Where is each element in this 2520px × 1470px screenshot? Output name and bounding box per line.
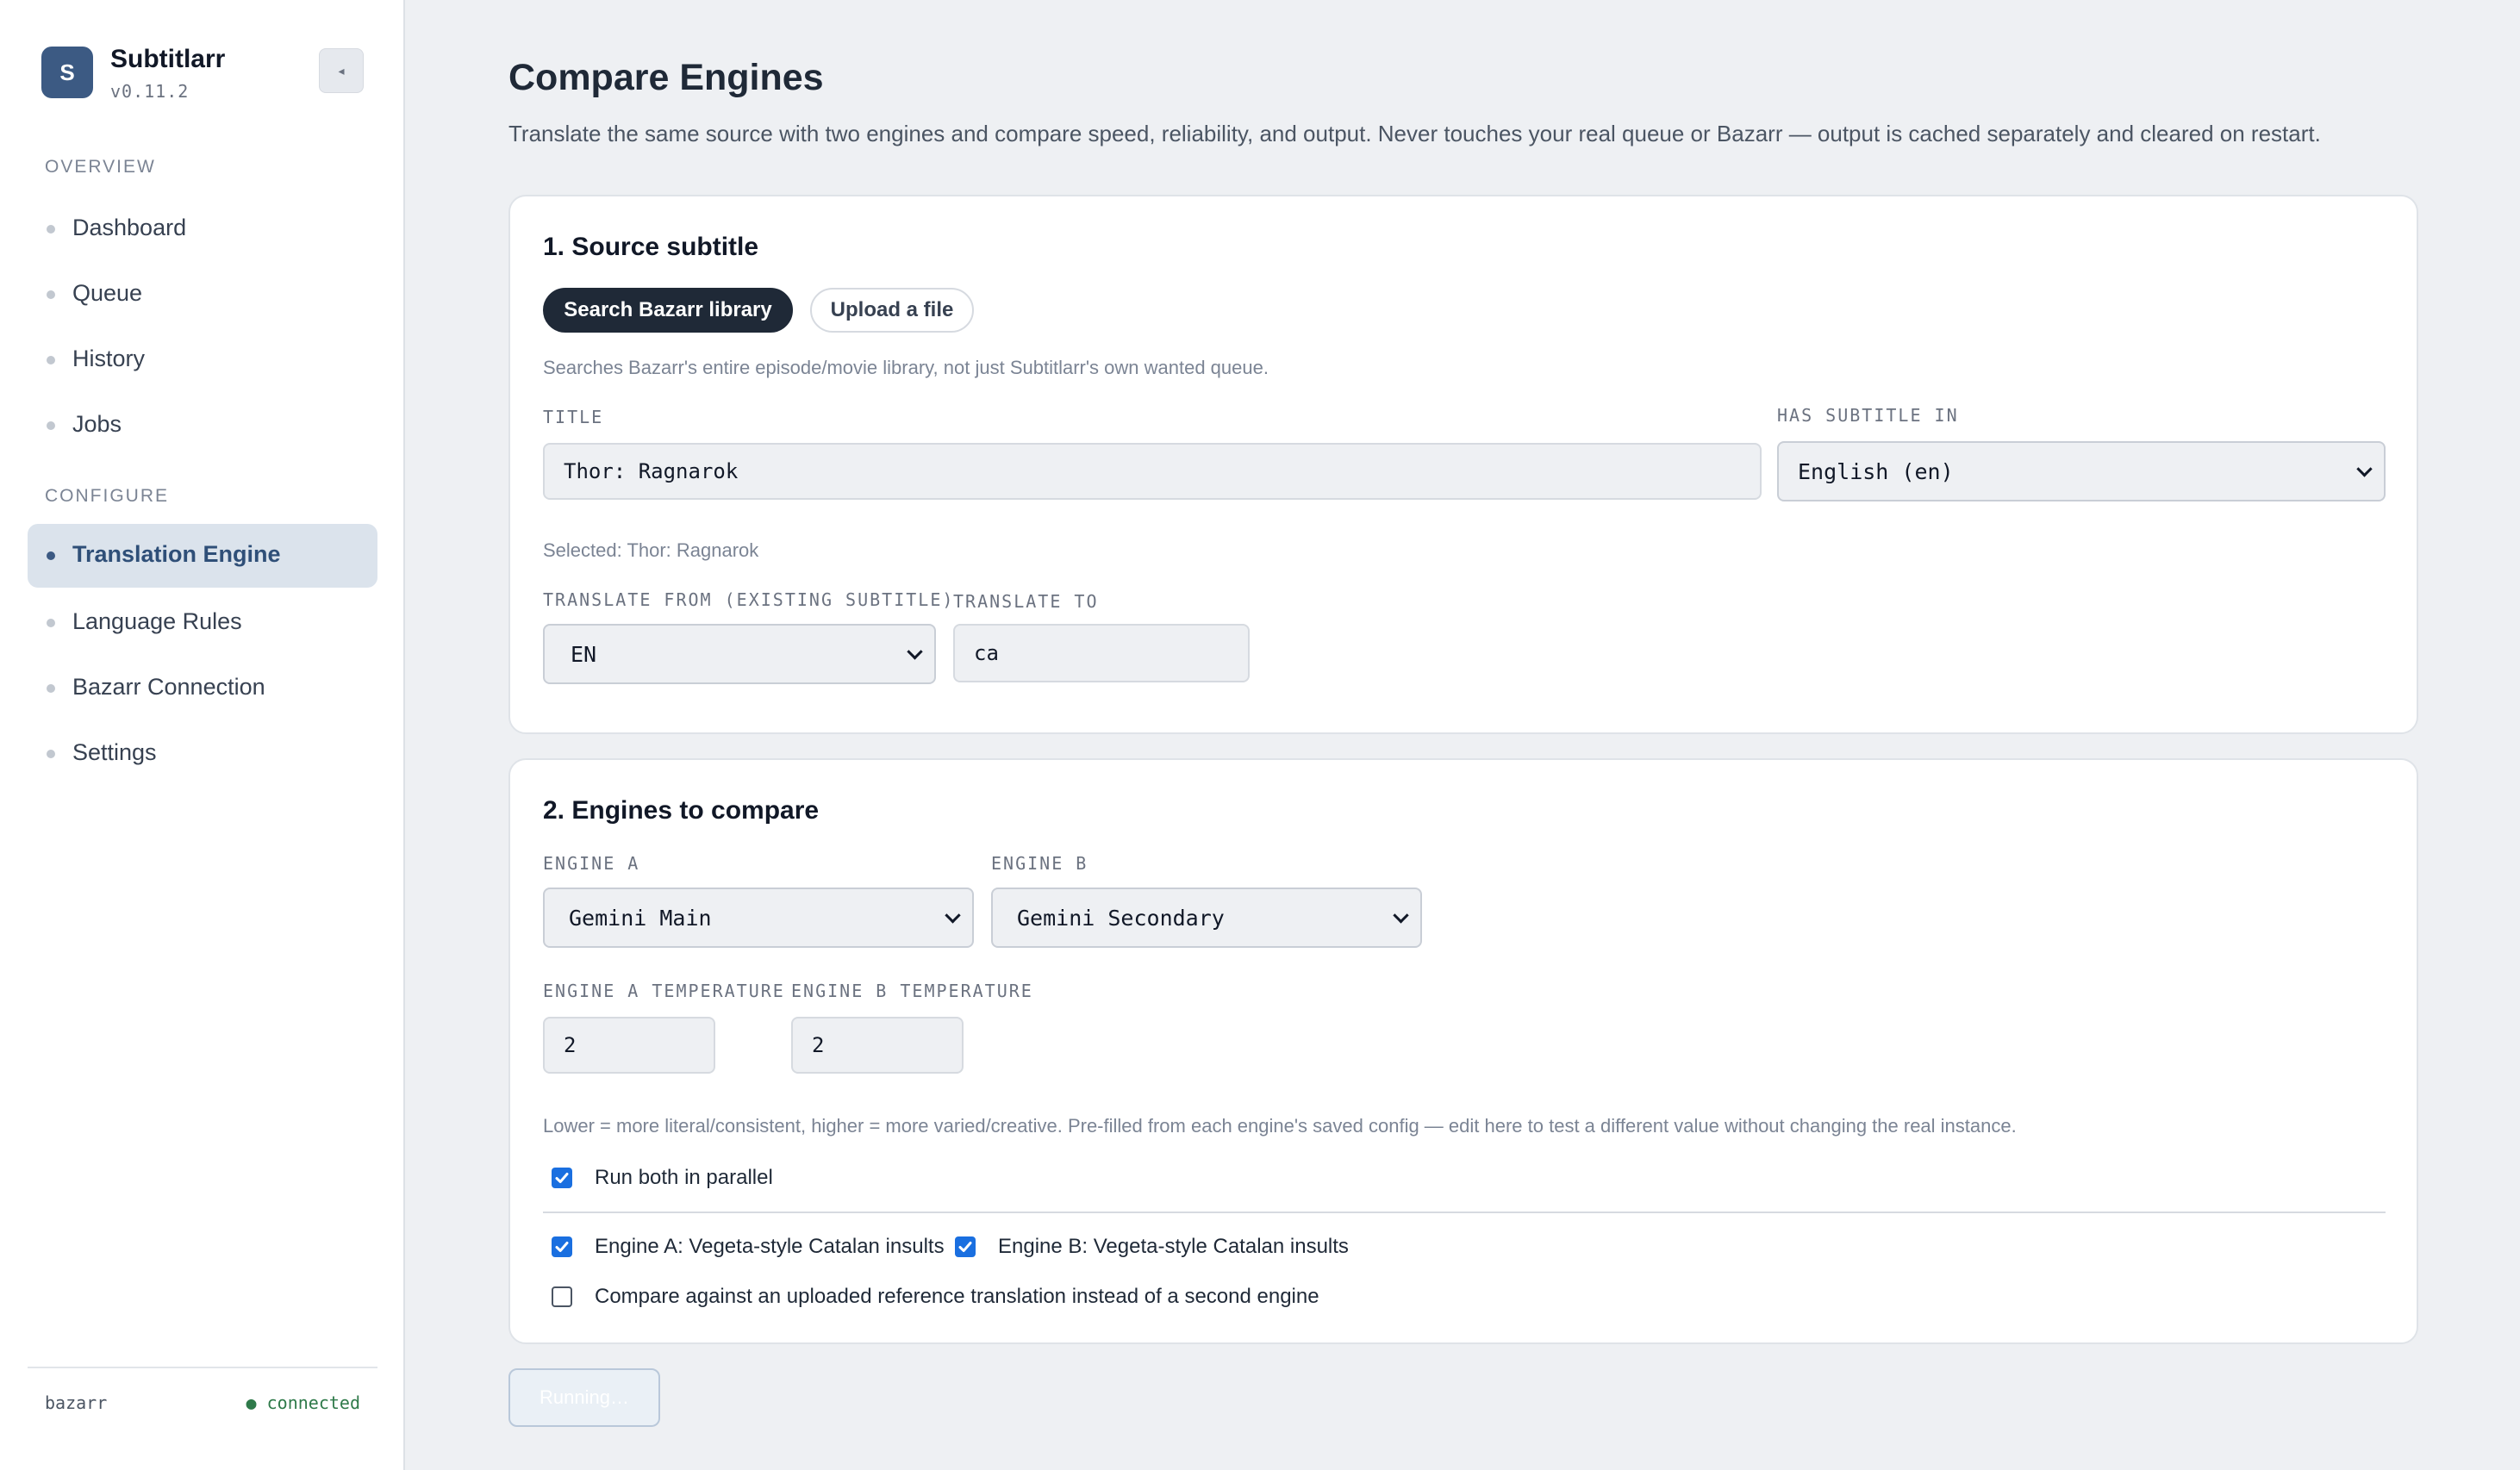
- sidebar-item-label: History: [72, 346, 146, 371]
- service-name: bazarr: [45, 1392, 108, 1413]
- bullet-icon: [47, 421, 55, 430]
- checkmark-icon: [555, 1173, 569, 1183]
- sidebar-item-bazarr-connection[interactable]: Bazarr Connection: [28, 657, 377, 720]
- run-comparison-button[interactable]: Running…: [508, 1368, 660, 1427]
- card-title: 2. Engines to compare: [543, 796, 820, 825]
- sidebar-item-label: Translation Engine: [72, 541, 281, 567]
- has-subtitle-value: English (en): [1798, 458, 1954, 484]
- has-subtitle-select[interactable]: English (en): [1777, 441, 2386, 501]
- translate-to-input[interactable]: ca: [953, 624, 1250, 682]
- title-search-input[interactable]: Thor: Ragnarok: [543, 443, 1762, 500]
- app-version: v0.11.2: [110, 81, 190, 102]
- chevron-down-icon: [2356, 461, 2373, 477]
- engine-b-temperature-label: ENGINE B TEMPERATURE: [791, 981, 1033, 1001]
- translate-from-select[interactable]: EN: [543, 624, 936, 684]
- bullet-icon: [47, 290, 55, 299]
- reference-label: Compare against an uploaded reference tr…: [595, 1285, 1319, 1308]
- connection-status: ● connected: [246, 1392, 360, 1413]
- engine-b-select[interactable]: Gemini Secondary: [991, 888, 1422, 948]
- sidebar-item-label: Language Rules: [72, 608, 242, 634]
- engine-b-label: ENGINE B: [991, 853, 1088, 874]
- prompt-a-checkbox[interactable]: [552, 1236, 572, 1257]
- sidebar-item-dashboard[interactable]: Dashboard: [28, 197, 377, 261]
- app-name: Subtitlarr: [110, 45, 226, 73]
- sidebar-item-history[interactable]: History: [28, 328, 377, 392]
- translate-to-label: TRANSLATE TO: [953, 591, 1099, 612]
- search-bazarr-tab[interactable]: Search Bazarr library: [543, 288, 793, 333]
- sidebar-item-queue[interactable]: Queue: [28, 263, 377, 327]
- chevron-down-icon: [1393, 907, 1409, 924]
- prompt-b-label: Engine B: Vegeta-style Catalan insults: [998, 1235, 1349, 1258]
- checkmark-icon: [958, 1242, 972, 1252]
- engine-b-value: Gemini Secondary: [1017, 905, 1225, 931]
- brand: S Subtitlarr v0.11.2: [41, 45, 364, 102]
- engine-a-label: ENGINE A: [543, 853, 640, 874]
- engine-a-temperature-value: 2: [564, 1033, 577, 1057]
- engine-a-temperature-label: ENGINE A TEMPERATURE: [543, 981, 785, 1001]
- sidebar: S Subtitlarr v0.11.2 ◂ OVERVIEW Dashboar…: [0, 0, 405, 1470]
- selected-title-text: Selected: Thor: Ragnarok: [543, 539, 759, 561]
- chevron-down-icon: [907, 644, 923, 660]
- sidebar-item-label: Bazarr Connection: [72, 674, 265, 700]
- chevron-left-icon: ◂: [338, 64, 345, 78]
- parallel-label: Run both in parallel: [595, 1166, 773, 1189]
- sidebar-item-label: Dashboard: [72, 215, 187, 240]
- sidebar-footer: bazarr ● connected: [28, 1367, 377, 1436]
- engines-card: 2. Engines to compare ENGINE A Gemini Ma…: [508, 758, 2418, 1344]
- parallel-checkbox[interactable]: [552, 1168, 572, 1188]
- prompt-a-label: Engine A: Vegeta-style Catalan insults: [595, 1235, 945, 1258]
- sidebar-item-label: Settings: [72, 739, 157, 765]
- engine-b-temperature-value: 2: [812, 1033, 825, 1057]
- title-label: TITLE: [543, 407, 604, 427]
- prompt-b-checkbox-row[interactable]: Engine B: Vegeta-style Catalan insults: [955, 1234, 1349, 1260]
- page-title: Compare Engines: [508, 57, 824, 98]
- reference-checkbox-row[interactable]: Compare against an uploaded reference tr…: [552, 1284, 1319, 1310]
- translate-from-value: EN: [571, 641, 597, 667]
- sidebar-item-language-rules[interactable]: Language Rules: [28, 591, 377, 655]
- engine-a-value: Gemini Main: [569, 905, 712, 931]
- section-label-overview: OVERVIEW: [45, 157, 156, 177]
- divider: [543, 1212, 2386, 1213]
- bullet-icon: [47, 684, 55, 693]
- sidebar-item-label: Queue: [72, 280, 143, 306]
- temperature-hint: Lower = more literal/consistent, higher …: [543, 1115, 2017, 1137]
- translate-to-value: ca: [974, 641, 999, 665]
- page-description: Translate the same source with two engin…: [508, 121, 2321, 146]
- engine-a-temperature-input[interactable]: 2: [543, 1017, 715, 1074]
- sidebar-item-label: Jobs: [72, 411, 122, 437]
- bullet-icon: [47, 750, 55, 758]
- reference-checkbox[interactable]: [552, 1286, 572, 1307]
- sidebar-item-jobs[interactable]: Jobs: [28, 394, 377, 458]
- chevron-down-icon: [945, 907, 961, 924]
- parallel-checkbox-row[interactable]: Run both in parallel: [552, 1165, 773, 1191]
- sidebar-item-settings[interactable]: Settings: [28, 722, 377, 786]
- engine-b-temperature-input[interactable]: 2: [791, 1017, 964, 1074]
- source-subtitle-card: 1. Source subtitle Search Bazarr library…: [508, 195, 2418, 734]
- prompt-b-checkbox[interactable]: [955, 1236, 976, 1257]
- bullet-icon: [47, 225, 55, 234]
- section-label-configure: CONFIGURE: [45, 486, 169, 506]
- bullet-icon: [47, 356, 55, 364]
- checkmark-icon: [555, 1242, 569, 1252]
- upload-file-tab[interactable]: Upload a file: [810, 288, 974, 333]
- title-input-value: Thor: Ragnarok: [564, 459, 739, 483]
- engine-a-select[interactable]: Gemini Main: [543, 888, 974, 948]
- bullet-icon: [47, 551, 55, 560]
- search-hint: Searches Bazarr's entire episode/movie l…: [543, 357, 1269, 378]
- sidebar-item-translation-engine[interactable]: Translation Engine: [28, 524, 377, 588]
- has-subtitle-label: HAS SUBTITLE IN: [1777, 405, 1959, 426]
- app-logo: S: [41, 47, 93, 98]
- prompt-a-checkbox-row[interactable]: Engine A: Vegeta-style Catalan insults: [552, 1234, 945, 1260]
- collapse-sidebar-button[interactable]: ◂: [319, 48, 364, 93]
- bullet-icon: [47, 619, 55, 627]
- card-title: 1. Source subtitle: [543, 233, 759, 261]
- translate-from-label: TRANSLATE FROM (EXISTING SUBTITLE): [543, 589, 955, 610]
